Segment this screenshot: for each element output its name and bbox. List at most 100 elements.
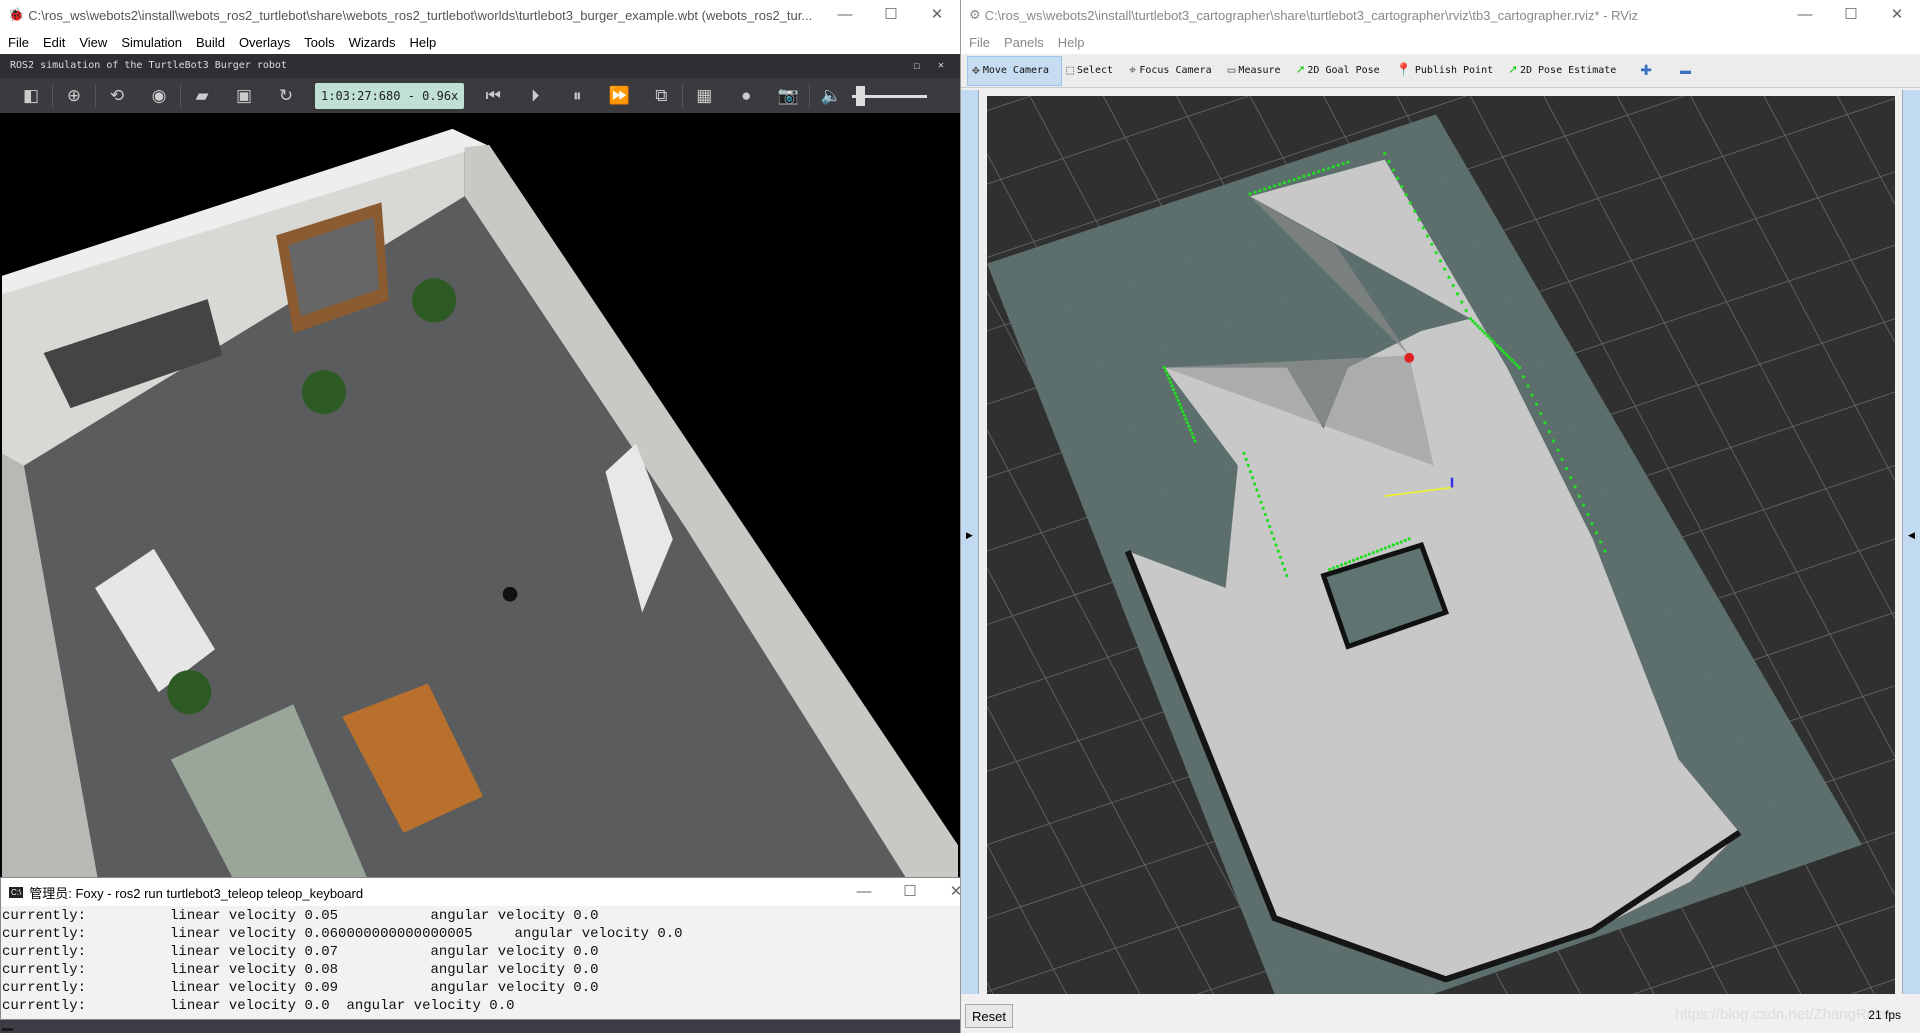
menu-file[interactable]: File bbox=[969, 35, 990, 50]
right-dock-strip[interactable]: ◀ bbox=[1902, 90, 1920, 994]
save-icon[interactable]: ▣ bbox=[223, 86, 265, 106]
laser-scan-point bbox=[1332, 566, 1336, 570]
menu-file[interactable]: File bbox=[8, 35, 29, 50]
tool-label: Focus Camera bbox=[1139, 65, 1212, 76]
tool-label: Measure bbox=[1238, 65, 1281, 76]
toggle-scene-tree-icon[interactable]: ◧ bbox=[10, 86, 52, 106]
tool-bar: ✥ Move Camera ⬚ Select ⌖ Focus Camera ▭ Measure… bbox=[961, 54, 1920, 88]
minimize-button[interactable]: — bbox=[822, 0, 868, 30]
menu-overlays[interactable]: Overlays bbox=[239, 35, 290, 50]
window-title: C:\ros_ws\webots2\install\webots_ros2_tu… bbox=[28, 7, 813, 23]
close-view-icon[interactable]: ✕ bbox=[938, 54, 944, 78]
volume-slider[interactable] bbox=[852, 85, 928, 106]
view-title: ROS2 simulation of the TurtleBot3 Burger… bbox=[10, 60, 287, 71]
maximize-button[interactable]: ☐ bbox=[887, 878, 933, 906]
robot-marker bbox=[1404, 352, 1415, 363]
terminal-output[interactable]: currently: linear velocity 0.05 angular … bbox=[1, 906, 979, 1032]
fps-counter: 21 fps bbox=[1868, 1008, 1901, 1022]
laser-scan-point bbox=[1244, 457, 1248, 461]
menu-build[interactable]: Build bbox=[196, 35, 225, 50]
laser-scan-point bbox=[1282, 181, 1286, 185]
terminal-line: currently: linear velocity 0.06000000000… bbox=[2, 926, 683, 942]
laser-scan-point bbox=[1164, 369, 1168, 373]
menu-wizards[interactable]: Wizards bbox=[349, 35, 396, 50]
record-icon[interactable]: ● bbox=[725, 86, 767, 106]
laser-scan-point bbox=[1190, 432, 1194, 436]
terminal-window: C:\ 管理员: Foxy - ros2 run turtlebot3_tele… bbox=[0, 877, 980, 1032]
step-icon[interactable]: ⏵ bbox=[514, 86, 556, 106]
menu-edit[interactable]: Edit bbox=[43, 35, 65, 50]
terminal-line: currently: linear velocity 0.09 angular … bbox=[2, 980, 599, 996]
tool-2d-goal-pose[interactable]: ➚ 2D Goal Pose bbox=[1293, 56, 1392, 86]
laser-scan-point bbox=[1331, 165, 1335, 169]
laser-scan-point bbox=[1471, 319, 1475, 323]
menu-panels[interactable]: Panels bbox=[1004, 35, 1044, 50]
laser-scan-point bbox=[1317, 170, 1321, 174]
terminal-line: currently: linear velocity 0.08 angular … bbox=[2, 962, 599, 978]
reset-button[interactable]: Reset bbox=[965, 1004, 1013, 1028]
laser-scan-point bbox=[1280, 561, 1285, 565]
close-button[interactable]: ✕ bbox=[1874, 0, 1920, 30]
minimize-button[interactable]: — bbox=[1782, 0, 1828, 30]
view-header: ROS2 simulation of the TurtleBot3 Burger… bbox=[0, 54, 960, 78]
laser-scan-point bbox=[1312, 171, 1316, 175]
maximize-button[interactable]: ☐ bbox=[1828, 0, 1874, 30]
plant bbox=[167, 670, 212, 715]
left-dock-strip[interactable]: ▶ bbox=[961, 90, 979, 994]
tool-move-camera[interactable]: ✥ Move Camera bbox=[967, 55, 1063, 86]
mute-icon[interactable]: 🔈 bbox=[810, 86, 852, 106]
add-tool-icon[interactable]: ✚ bbox=[1640, 62, 1652, 79]
menu-help[interactable]: Help bbox=[410, 35, 437, 50]
step-back-icon[interactable]: ⏮ bbox=[472, 86, 514, 106]
laser-scan-point bbox=[1263, 512, 1267, 517]
tool-focus-camera[interactable]: ⌖ Focus Camera bbox=[1125, 56, 1224, 86]
reload-icon[interactable]: ↻ bbox=[265, 86, 307, 106]
laser-scan-point bbox=[1517, 366, 1521, 370]
cursor: ▁ bbox=[2, 1016, 13, 1032]
movie-icon[interactable]: ▦ bbox=[683, 86, 725, 106]
open-folder-icon[interactable]: ▰ bbox=[181, 86, 223, 106]
screenshot-icon[interactable]: 📷 bbox=[767, 86, 809, 106]
laser-scan-point bbox=[1507, 356, 1512, 360]
tool-measure[interactable]: ▭ Measure bbox=[1224, 56, 1293, 86]
render-cube-icon[interactable]: ⧉ bbox=[640, 86, 682, 106]
tool-publish-point[interactable]: 📍 Publish Point bbox=[1392, 56, 1505, 86]
minimize-button[interactable]: — bbox=[841, 878, 887, 906]
add-node-icon[interactable]: ⊕ bbox=[53, 86, 95, 106]
menu-bar: File Panels Help bbox=[961, 30, 1920, 54]
expand-left-icon[interactable]: ▶ bbox=[966, 530, 973, 541]
menu-view[interactable]: View bbox=[79, 35, 107, 50]
remove-tool-icon[interactable]: ▬ bbox=[1680, 65, 1691, 77]
laser-scan-point bbox=[1586, 512, 1590, 517]
laser-scan-point bbox=[1387, 544, 1391, 549]
laser-scan-point bbox=[1391, 543, 1395, 547]
maximize-button[interactable]: ☐ bbox=[868, 0, 914, 30]
tool-2d-pose-estimate[interactable]: ➚ 2D Pose Estimate bbox=[1505, 56, 1628, 86]
laser-scan-point bbox=[1248, 470, 1252, 474]
undock-icon[interactable]: ☐ bbox=[913, 54, 920, 78]
menu-simulation[interactable]: Simulation bbox=[121, 35, 182, 50]
expand-right-icon[interactable]: ◀ bbox=[1908, 530, 1915, 541]
rviz-3d-view[interactable] bbox=[987, 96, 1895, 994]
close-button[interactable]: ✕ bbox=[914, 0, 960, 30]
laser-scan-point bbox=[1421, 226, 1425, 230]
laser-scan-point bbox=[1248, 192, 1252, 196]
laser-scan-point bbox=[1268, 185, 1272, 190]
laser-scan-point bbox=[1277, 182, 1282, 186]
view-eye-icon[interactable]: ◉ bbox=[138, 86, 180, 106]
pause-icon[interactable]: ⏸ bbox=[556, 86, 598, 106]
laser-scan-point bbox=[1438, 259, 1442, 263]
laser-scan-point bbox=[1259, 500, 1263, 504]
fast-forward-icon[interactable]: ⏩ bbox=[598, 86, 640, 106]
reset-view-icon[interactable]: ⟲ bbox=[96, 86, 138, 106]
menu-tools[interactable]: Tools bbox=[304, 35, 334, 50]
laser-scan-point bbox=[1339, 563, 1344, 567]
tool-select[interactable]: ⬚ Select bbox=[1062, 56, 1125, 86]
rviz-titlebar: ⚙ C:\ros_ws\webots2\install\turtlebot3_c… bbox=[961, 0, 1920, 30]
menu-help[interactable]: Help bbox=[1058, 35, 1085, 50]
laser-scan-point bbox=[1404, 193, 1408, 197]
laser-scan-point bbox=[1162, 366, 1167, 370]
3d-scene-view[interactable] bbox=[2, 113, 958, 877]
laser-scan-point bbox=[1581, 503, 1586, 507]
laser-scan-point bbox=[1265, 518, 1270, 523]
